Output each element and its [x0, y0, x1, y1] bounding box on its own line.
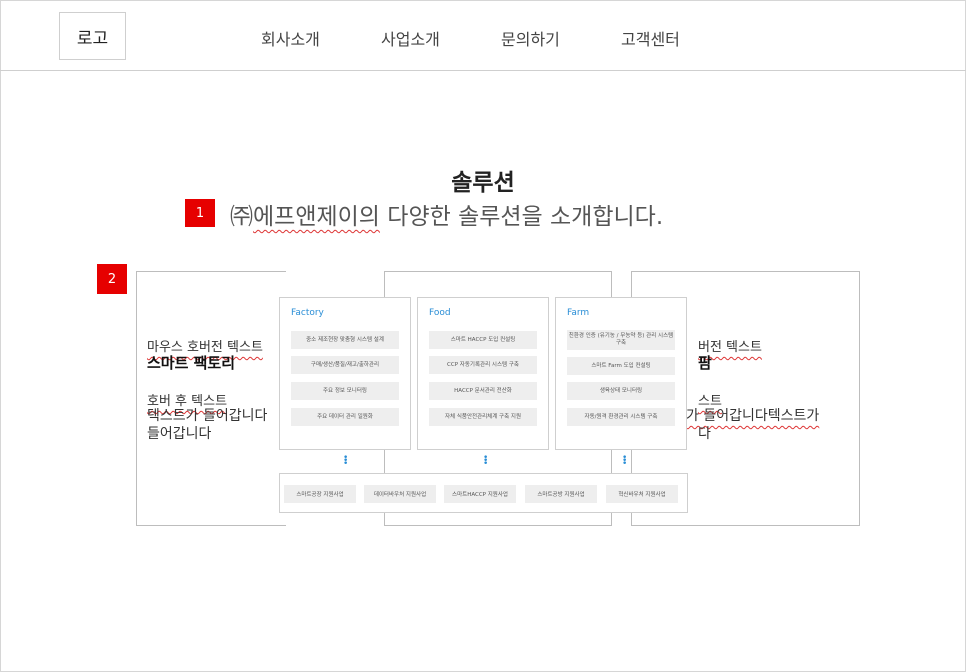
nav-item-business[interactable]: 사업소개 — [381, 26, 440, 50]
solution-item: 스마트 HACCP 도입 컨설팅 — [429, 331, 537, 349]
program-item: 데이터바우처 지원사업 — [364, 485, 436, 503]
card-body-line1: 텍스트가 들어갑니다 — [147, 408, 268, 424]
connector-dots: • • • — [343, 453, 349, 469]
card-smart-factory[interactable]: 마우스 호버전 텍스트 스마트 팩토리 호버 후 텍스트 텍스트가 들어갑니다 … — [136, 271, 286, 526]
section-subtitle: ㈜에프앤제이의 다양한 솔루션을 소개합니다. — [230, 197, 663, 231]
subtitle-rest: 다양한 솔루션을 소개합니다. — [379, 204, 664, 230]
solution-item: 주요 정보 모니터링 — [291, 382, 399, 400]
nav-item-company[interactable]: 회사소개 — [261, 26, 320, 50]
solution-diagram: Factory 중소 제조현장 맞춤형 시스템 설계 구매/생산/품질/재고/출… — [278, 297, 690, 517]
solution-item: 스마트 Farm 도입 컨설팅 — [567, 357, 675, 375]
card-body-line2: 다 — [698, 426, 711, 442]
site-header: 로고 회사소개 사업소개 문의하기 고객센터 — [0, 0, 966, 71]
column-heading: Farm — [567, 308, 590, 318]
subtitle-prefix: ㈜ — [230, 204, 253, 230]
solution-item: 자체 식품안전관리체계 구축 지원 — [429, 408, 537, 426]
program-item: 스마트공방 지원사업 — [525, 485, 597, 503]
solution-item: 구매/생산/품질/재고/출하관리 — [291, 356, 399, 374]
solution-item: HACCP 문서관리 전산화 — [429, 382, 537, 400]
card-main-title: 팜 — [698, 354, 712, 372]
program-item: 혁신바우처 지원사업 — [606, 485, 678, 503]
nav-item-support[interactable]: 고객센터 — [621, 26, 680, 50]
annotation-marker-2: 2 — [97, 264, 127, 294]
card-main-title: 스마트 팩토리 — [147, 354, 236, 372]
solution-item: 자동/원격 환경관리 시스템 구축 — [567, 408, 675, 426]
solution-item: 생육상태 모니터링 — [567, 382, 675, 400]
solution-item: CCP 자동기록관리 시스템 구축 — [429, 356, 537, 374]
subtitle-company: 에프앤제이의 — [253, 204, 380, 230]
card-body-line1: 가 들어갑니다텍스트가 — [686, 408, 820, 424]
diagram-column-factory: Factory 중소 제조현장 맞춤형 시스템 설계 구매/생산/품질/재고/출… — [279, 297, 411, 450]
column-heading: Factory — [291, 308, 324, 318]
program-item: 스마트공장 지원사업 — [284, 485, 356, 503]
solution-item: 친환경 인증 (유기농 / 무농약 등) 관리 시스템 구축 — [567, 330, 675, 350]
program-item: 스마트HACCP 지원사업 — [444, 485, 516, 503]
annotation-marker-1: 1 — [185, 199, 215, 227]
diagram-column-farm: Farm 친환경 인증 (유기농 / 무농약 등) 관리 시스템 구축 스마트 … — [555, 297, 687, 450]
support-programs: 스마트공장 지원사업 데이터바우처 지원사업 스마트HACCP 지원사업 스마트… — [279, 473, 688, 513]
column-heading: Food — [429, 308, 451, 318]
nav-item-contact[interactable]: 문의하기 — [501, 26, 560, 50]
solution-item: 중소 제조현장 맞춤형 시스템 설계 — [291, 331, 399, 349]
connector-dots: • • • — [622, 453, 628, 469]
solution-item: 주요 데이터 관리 일원화 — [291, 408, 399, 426]
card-body-line2: 들어갑니다 — [147, 426, 212, 442]
logo[interactable]: 로고 — [59, 12, 126, 60]
connector-dots: • • • — [483, 453, 489, 469]
section-title: 솔루션 — [451, 170, 515, 196]
diagram-column-food: Food 스마트 HACCP 도입 컨설팅 CCP 자동기록관리 시스템 구축 … — [417, 297, 549, 450]
